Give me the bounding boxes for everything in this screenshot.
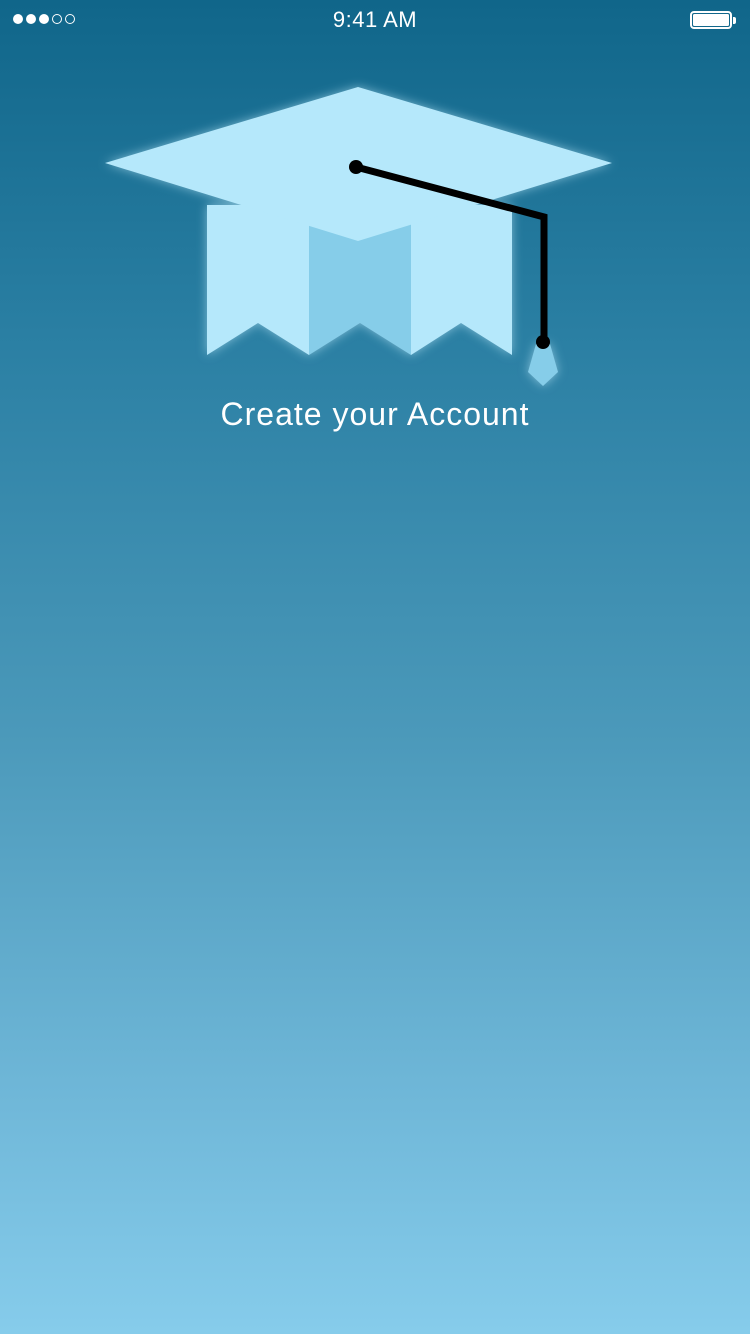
battery-fill (693, 14, 729, 26)
graduation-cap-icon (105, 87, 612, 386)
tassel-knot (536, 335, 550, 349)
battery-icon (690, 11, 738, 31)
status-time: 9:41 AM (332, 7, 418, 32)
tassel-end (528, 344, 558, 386)
page-title: Create your Account (220, 396, 530, 432)
status-bar: 9:41 AM (0, 0, 750, 40)
create-account-screen: 9:41 AM Create your Account (0, 0, 750, 1334)
cap-band-left (207, 205, 309, 355)
tassel-button (349, 160, 363, 174)
cap-band-right (411, 205, 512, 355)
